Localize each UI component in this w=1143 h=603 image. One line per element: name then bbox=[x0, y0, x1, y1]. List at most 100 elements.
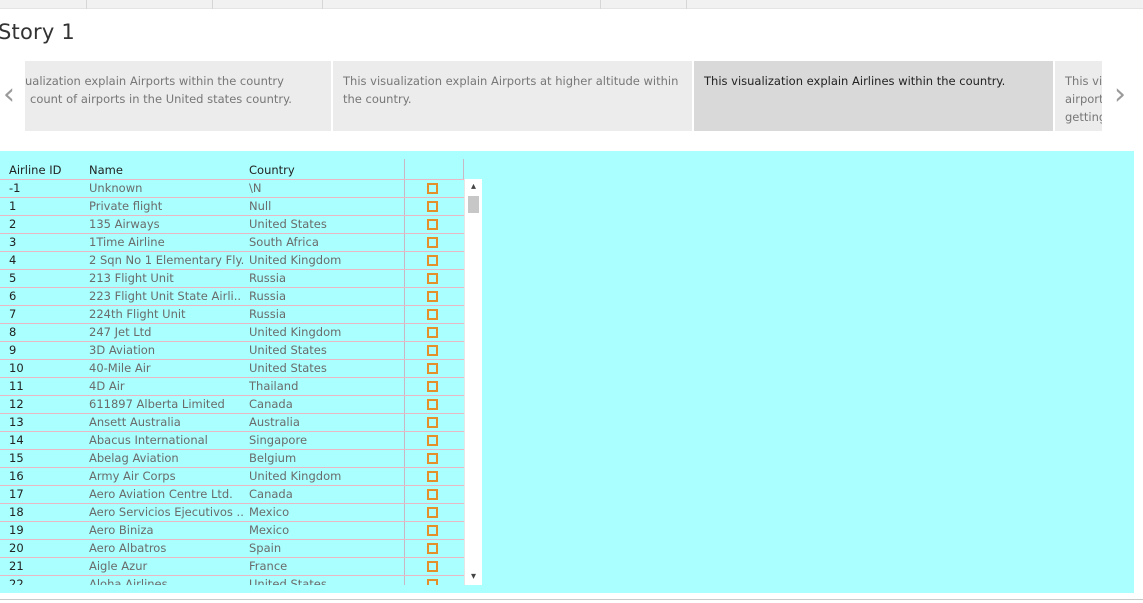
country-cell: Canada bbox=[249, 487, 293, 501]
square-marker-icon[interactable] bbox=[427, 525, 438, 536]
table-row[interactable]: 13 Ansett Australia Australia bbox=[0, 413, 464, 431]
country-cell: United States bbox=[249, 343, 327, 357]
square-marker-icon[interactable] bbox=[427, 507, 438, 518]
story-point-caption-2[interactable]: This visualization explain Airports at h… bbox=[333, 61, 692, 131]
story-point-caption-3[interactable]: This visualization explain Airlines with… bbox=[694, 61, 1053, 131]
airline-name-cell: 223 Flight Unit State Airli.. bbox=[89, 289, 242, 303]
country-cell: South Africa bbox=[249, 235, 319, 249]
airline-id-cell: -1 bbox=[9, 181, 21, 195]
table-row[interactable]: -1 Unknown \N bbox=[0, 179, 464, 197]
square-marker-icon[interactable] bbox=[427, 579, 438, 585]
airline-name-cell: Aero Biniza bbox=[89, 523, 154, 537]
country-cell: United Kingdom bbox=[249, 325, 342, 339]
table-row[interactable]: 14 Abacus International Singapore bbox=[0, 431, 464, 449]
airline-id-cell: 22 bbox=[9, 577, 24, 585]
country-cell: United States bbox=[249, 361, 327, 375]
airline-id-cell: 9 bbox=[9, 343, 17, 357]
caption-line: airport bbox=[1065, 92, 1102, 106]
story-navigator: ualization explain Airports within the c… bbox=[0, 61, 1143, 131]
table-row[interactable]: 4 2 Sqn No 1 Elementary Fly.. United Kingd… bbox=[0, 251, 464, 269]
table-row[interactable]: 21 Aigle Azur France bbox=[0, 557, 464, 575]
table-row[interactable]: 12 611897 Alberta Limited Canada bbox=[0, 395, 464, 413]
square-marker-icon[interactable] bbox=[427, 255, 438, 266]
square-marker-icon[interactable] bbox=[427, 417, 438, 428]
table-row[interactable]: 15 Abelag Aviation Belgium bbox=[0, 449, 464, 467]
table-row[interactable]: 9 3D Aviation United States bbox=[0, 341, 464, 359]
scroll-down-icon[interactable]: ▾ bbox=[465, 570, 482, 584]
column-header-country[interactable]: Country bbox=[249, 163, 295, 177]
table-row[interactable]: 22 Aloha Airlines United States bbox=[0, 575, 464, 585]
airline-id-cell: 16 bbox=[9, 469, 24, 483]
square-marker-icon[interactable] bbox=[427, 363, 438, 374]
square-marker-icon[interactable] bbox=[427, 309, 438, 320]
country-cell: United States bbox=[249, 217, 327, 231]
square-marker-icon[interactable] bbox=[427, 399, 438, 410]
square-marker-icon[interactable] bbox=[427, 201, 438, 212]
column-header-name[interactable]: Name bbox=[89, 163, 123, 177]
airline-id-cell: 18 bbox=[9, 505, 24, 519]
square-marker-icon[interactable] bbox=[427, 543, 438, 554]
square-marker-icon[interactable] bbox=[427, 327, 438, 338]
square-marker-icon[interactable] bbox=[427, 381, 438, 392]
vertical-scrollbar[interactable]: ▴ ▾ bbox=[464, 179, 482, 585]
airline-name-cell: 3D Aviation bbox=[89, 343, 156, 357]
caption-line: This vis bbox=[1065, 74, 1102, 88]
caption-line: ualization explain Airports within the c… bbox=[25, 74, 284, 88]
toolbar-tab[interactable] bbox=[323, 0, 601, 9]
airline-id-cell: 3 bbox=[9, 235, 17, 249]
square-marker-icon[interactable] bbox=[427, 471, 438, 482]
caption-line: This visualization explain Airlines with… bbox=[704, 74, 1006, 88]
table-row[interactable]: 8 247 Jet Ltd United Kingdom bbox=[0, 323, 464, 341]
chevron-left-icon[interactable]: ‹ bbox=[0, 80, 18, 110]
table-row[interactable]: 17 Aero Aviation Centre Ltd. Canada bbox=[0, 485, 464, 503]
caption-line: the country. bbox=[343, 92, 412, 106]
square-marker-icon[interactable] bbox=[427, 435, 438, 446]
country-cell: Singapore bbox=[249, 433, 308, 447]
table-row[interactable]: 20 Aero Albatros Spain bbox=[0, 539, 464, 557]
country-cell: Mexico bbox=[249, 505, 290, 519]
dashboard-area: Airline ID Name Country -1 Unknown \N 1 Priv… bbox=[0, 151, 1134, 593]
column-divider bbox=[463, 159, 464, 179]
table-row[interactable]: 18 Aero Servicios Ejecutivos .. Mexico bbox=[0, 503, 464, 521]
airline-id-cell: 4 bbox=[9, 253, 17, 267]
country-cell: United Kingdom bbox=[249, 253, 342, 267]
square-marker-icon[interactable] bbox=[427, 273, 438, 284]
scroll-up-icon[interactable]: ▴ bbox=[465, 180, 482, 194]
country-cell: Spain bbox=[249, 541, 282, 555]
table-row[interactable]: 6 223 Flight Unit State Airli.. Russia bbox=[0, 287, 464, 305]
story-point-caption-4[interactable]: This vis airport getting bbox=[1055, 61, 1102, 131]
table-row[interactable]: 7 224th Flight Unit Russia bbox=[0, 305, 464, 323]
story-point-caption-1[interactable]: ualization explain Airports within the c… bbox=[25, 61, 331, 131]
toolbar-tab[interactable] bbox=[601, 0, 687, 9]
square-marker-icon[interactable] bbox=[427, 219, 438, 230]
airline-id-cell: 15 bbox=[9, 451, 24, 465]
airline-name-cell: Abacus International bbox=[89, 433, 208, 447]
airline-id-cell: 5 bbox=[9, 271, 17, 285]
airline-name-cell: Aloha Airlines bbox=[89, 577, 168, 585]
square-marker-icon[interactable] bbox=[427, 183, 438, 194]
toolbar-tab[interactable] bbox=[213, 0, 323, 9]
table-row[interactable]: 5 213 Flight Unit Russia bbox=[0, 269, 464, 287]
table-row[interactable]: 19 Aero Biniza Mexico bbox=[0, 521, 464, 539]
airline-name-cell: Aero Albatros bbox=[89, 541, 167, 555]
table-row[interactable]: 1 Private flight Null bbox=[0, 197, 464, 215]
table-row[interactable]: 3 1Time Airline South Africa bbox=[0, 233, 464, 251]
toolbar-tab[interactable] bbox=[0, 0, 87, 9]
table-row[interactable]: 11 4D Air Thailand bbox=[0, 377, 464, 395]
country-cell: Russia bbox=[249, 289, 286, 303]
square-marker-icon[interactable] bbox=[427, 489, 438, 500]
country-cell: Australia bbox=[249, 415, 300, 429]
square-marker-icon[interactable] bbox=[427, 453, 438, 464]
square-marker-icon[interactable] bbox=[427, 237, 438, 248]
airline-id-cell: 20 bbox=[9, 541, 24, 555]
column-header-airline-id[interactable]: Airline ID bbox=[9, 163, 61, 177]
scrollbar-thumb[interactable] bbox=[468, 196, 479, 213]
chevron-right-icon[interactable]: › bbox=[1111, 80, 1129, 110]
square-marker-icon[interactable] bbox=[427, 561, 438, 572]
table-row[interactable]: 2 135 Airways United States bbox=[0, 215, 464, 233]
toolbar-tab[interactable] bbox=[87, 0, 213, 9]
table-row[interactable]: 10 40-Mile Air United States bbox=[0, 359, 464, 377]
table-row[interactable]: 16 Army Air Corps United Kingdom bbox=[0, 467, 464, 485]
square-marker-icon[interactable] bbox=[427, 345, 438, 356]
square-marker-icon[interactable] bbox=[427, 291, 438, 302]
